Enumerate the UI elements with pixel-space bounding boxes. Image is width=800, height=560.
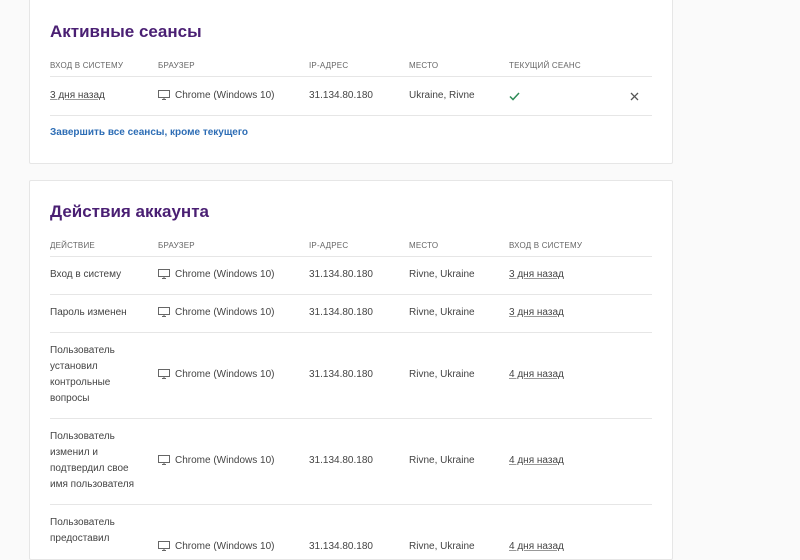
divider [50,256,652,257]
action-browser-label: Chrome (Windows 10) [175,307,275,318]
active-sessions-title: Активные сеансы [50,22,202,41]
action-place: Rivne, Ukraine [409,541,475,552]
action-place: Rivne, Ukraine [409,369,475,380]
divider [50,504,652,505]
divider [50,418,652,419]
monitor-icon [158,455,170,465]
session-browser-label: Chrome (Windows 10) [175,90,275,101]
action-login-time[interactable]: 4 дня назад [509,369,564,380]
action-browser-label: Chrome (Windows 10) [175,455,275,466]
action-ip: 31.134.80.180 [309,269,373,280]
divider [50,332,652,333]
actions-header-login: ВХОД В СИСТЕМУ [509,241,583,250]
actions-header-action: ДЕЙСТВИЕ [50,241,95,250]
action-place: Rivne, Ukraine [409,307,475,318]
action-login-time[interactable]: 3 дня назад [509,307,564,318]
action-name: Вход в систему [50,269,122,280]
action-browser-label: Chrome (Windows 10) [175,541,275,552]
monitor-icon [158,269,170,279]
actions-header-browser: БРАУЗЕР [158,241,195,250]
action-name: Пароль изменен [50,307,127,318]
sessions-header-current: ТЕКУЩИЙ СЕАНС [509,61,581,70]
actions-header-place: МЕСТО [409,241,439,250]
session-ip: 31.134.80.180 [309,90,373,101]
actions-header-ip: IP-АДРЕС [309,241,349,250]
action-browser: Chrome (Windows 10) [158,369,274,380]
action-browser-label: Chrome (Windows 10) [175,269,275,280]
action-ip: 31.134.80.180 [309,541,373,552]
action-browser: Chrome (Windows 10) [158,541,274,552]
sessions-header-place: МЕСТО [409,61,439,70]
monitor-icon [158,369,170,379]
action-browser: Chrome (Windows 10) [158,269,274,280]
divider [50,294,652,295]
terminate-other-sessions-link[interactable]: Завершить все сеансы, кроме текущего [50,127,248,138]
action-name: Пользователь изменил и подтвердил свое и… [50,431,134,490]
action-browser-label: Chrome (Windows 10) [175,369,275,380]
divider [50,115,652,116]
action-login-time[interactable]: 4 дня назад [509,541,564,552]
action-name: Пользователь предоставил [50,517,115,544]
action-place: Rivne, Ukraine [409,455,475,466]
account-actions-title: Действия аккаунта [50,202,209,221]
monitor-icon [158,541,170,551]
monitor-icon [158,90,170,100]
action-name: Пользователь установил контрольные вопро… [50,345,115,404]
action-browser: Chrome (Windows 10) [158,307,274,318]
session-place: Ukraine, Rivne [409,90,475,101]
divider [50,76,652,77]
sessions-header-ip: IP-АДРЕС [309,61,349,70]
action-ip: 31.134.80.180 [309,455,373,466]
session-login-time[interactable]: 3 дня назад [50,90,105,101]
action-login-time[interactable]: 4 дня назад [509,455,564,466]
action-ip: 31.134.80.180 [309,307,373,318]
action-browser: Chrome (Windows 10) [158,455,274,466]
sessions-header-login: ВХОД В СИСТЕМУ [50,61,124,70]
action-place: Rivne, Ukraine [409,269,475,280]
close-icon[interactable] [630,92,639,101]
monitor-icon [158,307,170,317]
sessions-header-browser: БРАУЗЕР [158,61,195,70]
session-browser: Chrome (Windows 10) [158,90,274,101]
action-ip: 31.134.80.180 [309,369,373,380]
check-icon [509,92,520,101]
action-login-time[interactable]: 3 дня назад [509,269,564,280]
